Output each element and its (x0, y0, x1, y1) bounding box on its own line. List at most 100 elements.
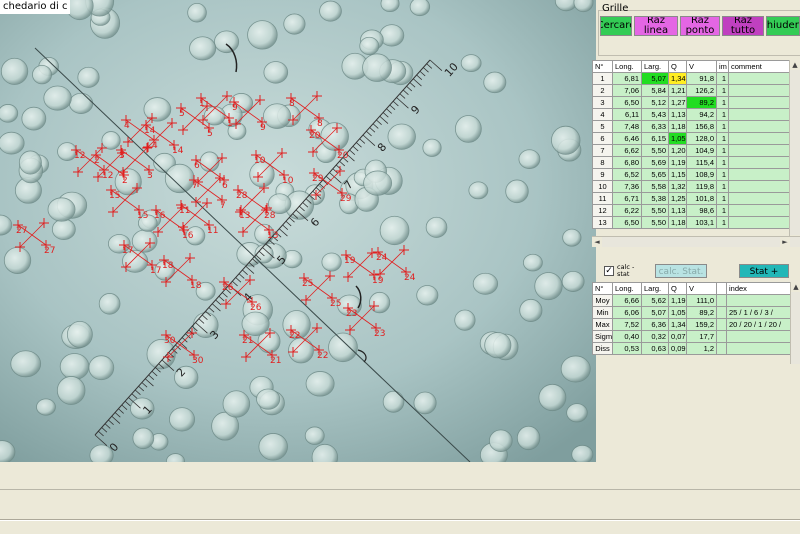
spore-label: 4 (124, 121, 130, 131)
spore-label: 16 (182, 231, 194, 241)
calc-stat-button[interactable]: calc. Stat. (655, 264, 707, 278)
spore-label: 14 (172, 146, 184, 156)
raz-linea-button[interactable]: Raz linea (634, 16, 678, 36)
statistics-table: N° Long. Larg. Q Vindex Moy 6,66 5,62 1,19 111,0 M… (592, 282, 791, 355)
spore-cell (489, 429, 513, 452)
table-row[interactable]: 10 7,36 5,58 1,32 119,8 1 (592, 180, 790, 193)
table-row[interactable]: 2 7,06 5,84 1,21 126,2 1 (592, 84, 790, 97)
table-cell: 104,9 (686, 144, 717, 157)
table-cell: 6,50 (612, 216, 642, 229)
spore-cell (562, 228, 582, 247)
spore-cell (363, 170, 393, 196)
scroll-left-arrow-icon[interactable]: ◄ (592, 237, 602, 247)
table-cell: 1,15 (668, 168, 687, 181)
table-row[interactable]: 5 7,48 6,33 1,18 156,8 1 (592, 120, 790, 133)
table-cell: 89,2 (686, 306, 717, 319)
spore-cell (10, 350, 42, 378)
scroll-right-arrow-icon[interactable]: ► (780, 237, 790, 247)
spore-label: 18 (190, 281, 202, 291)
raz-tutto-button[interactable]: Raz tutto (722, 16, 764, 36)
calc-stat-checkbox[interactable]: ✓ (604, 266, 614, 276)
table-cell: 1 (716, 84, 729, 97)
spore-cell (199, 151, 220, 172)
spore-label: 7 (220, 201, 226, 211)
spore-label: 7 (192, 181, 198, 191)
table-row[interactable]: 4 6,11 5,43 1,13 94,2 1 (592, 108, 790, 121)
table-cell: 8 (592, 156, 613, 169)
table-row[interactable]: 11 6,71 5,38 1,25 101,8 1 (592, 192, 790, 205)
spore-cell (241, 311, 270, 336)
cercare-button[interactable]: Cercare (600, 16, 632, 36)
raz-ponto-button[interactable]: Raz ponto (680, 16, 720, 36)
column-header (716, 282, 727, 295)
table-cell (728, 216, 790, 229)
spore-label: 22 (289, 331, 300, 341)
spore-label: 29 (312, 174, 324, 184)
spore-cell (0, 57, 29, 85)
table-cell: 17,7 (686, 330, 717, 343)
spore-label: 12 (102, 171, 113, 181)
scroll-up-arrow-icon[interactable]: ▲ (791, 282, 800, 292)
table-cell: 101,8 (686, 192, 717, 205)
table-row: Min 6,06 5,07 1,05 89,2 25 / 1 / 6 / 3 / (592, 306, 791, 319)
table-row[interactable]: 7 6,62 5,50 1,20 104,9 1 (592, 144, 790, 157)
spore-label: 26 (222, 283, 234, 293)
spore-cell (379, 24, 405, 47)
table-cell: 103,1 (686, 216, 717, 229)
spore-cell (256, 388, 281, 410)
table-row[interactable]: 6 6,46 6,15 1,05 128,0 1 (592, 132, 790, 145)
micrograph-image-pane[interactable]: 0 1 2 3 4 5 6 7 8 9 10 1 1 2 2 3 3 4 4 5 5 6 6 7 7 8 8 9 9 10 10 11 11 1… (0, 0, 596, 462)
table-cell: 94,2 (686, 108, 717, 121)
spore-cell (187, 2, 207, 23)
table-cell: 1 (716, 156, 729, 169)
table-row[interactable]: 9 6,52 5,65 1,15 108,9 1 (592, 168, 790, 181)
measurements-vertical-scrollbar[interactable]: ▲ ▼ (789, 60, 800, 245)
table-cell: 6,50 (612, 96, 642, 109)
spore-cell (283, 13, 306, 35)
table-cell: 1,32 (668, 180, 687, 193)
table-row[interactable]: 3 6,50 5,12 1,27 89,2 1 (592, 96, 790, 109)
spore-cell (68, 92, 94, 114)
table-cell: 1 (716, 72, 729, 85)
table-cell: 5,69 (641, 156, 669, 169)
chiudere-button[interactable]: chiudere (766, 16, 800, 36)
spore-cell (416, 285, 439, 306)
spore-label: 30 (164, 336, 176, 346)
scroll-up-arrow-icon[interactable]: ▲ (790, 60, 800, 70)
table-cell: 6,11 (612, 108, 642, 121)
spore-label: 25 (330, 299, 341, 309)
table-cell: 1 (716, 168, 729, 181)
measurements-table[interactable]: N° Long. Larg. Q Vim comment 1 6,81 5,07 1,34 91,8… (592, 60, 790, 229)
table-row: Max 7,52 6,36 1,34 159,2 20 / 20 / 1 / 20 / (592, 318, 791, 331)
table-row[interactable]: 8 6,80 5,69 1,19 115,4 1 (592, 156, 790, 169)
table-cell: 20 / 20 / 1 / 20 / (726, 318, 791, 331)
table-cell (728, 84, 790, 97)
spore-cell (561, 270, 585, 292)
spore-cell (222, 390, 251, 418)
table-cell: 5,65 (641, 168, 669, 181)
statistics-vertical-scrollbar[interactable]: ▲ (790, 282, 800, 364)
stat-plus-button[interactable]: Stat + (739, 264, 789, 278)
spore-label: 26 (250, 303, 262, 313)
table-cell: 3 (592, 96, 613, 109)
table-row[interactable]: 13 6,50 5,50 1,18 103,1 1 (592, 216, 790, 229)
column-header: Q (668, 282, 687, 295)
spore-label: 5 (207, 129, 213, 139)
table-cell: 2 (592, 84, 613, 97)
spore-label: 24 (404, 273, 416, 283)
table-row: Moy 6,66 5,62 1,19 111,0 (592, 294, 791, 307)
spore-label: 6 (194, 161, 200, 171)
spore-label: 20 (309, 131, 321, 141)
spore-cell (288, 337, 314, 364)
spore-label: 11 (207, 226, 218, 236)
measurements-horizontal-scrollbar[interactable]: ◄ ► (592, 236, 800, 247)
table-cell (726, 342, 791, 355)
spore-label: 21 (270, 356, 281, 366)
table-cell: 1,18 (668, 120, 687, 133)
table-row[interactable]: 1 6,81 5,07 1,34 91,8 1 (592, 72, 790, 85)
table-row[interactable]: 12 6,22 5,50 1,13 98,6 1 (592, 204, 790, 217)
column-header: comment (728, 60, 790, 73)
table-cell: 1,25 (668, 192, 687, 205)
divider (0, 520, 800, 521)
micrograph-canvas[interactable]: 012345678910 112233445566778899101011111… (0, 0, 596, 462)
